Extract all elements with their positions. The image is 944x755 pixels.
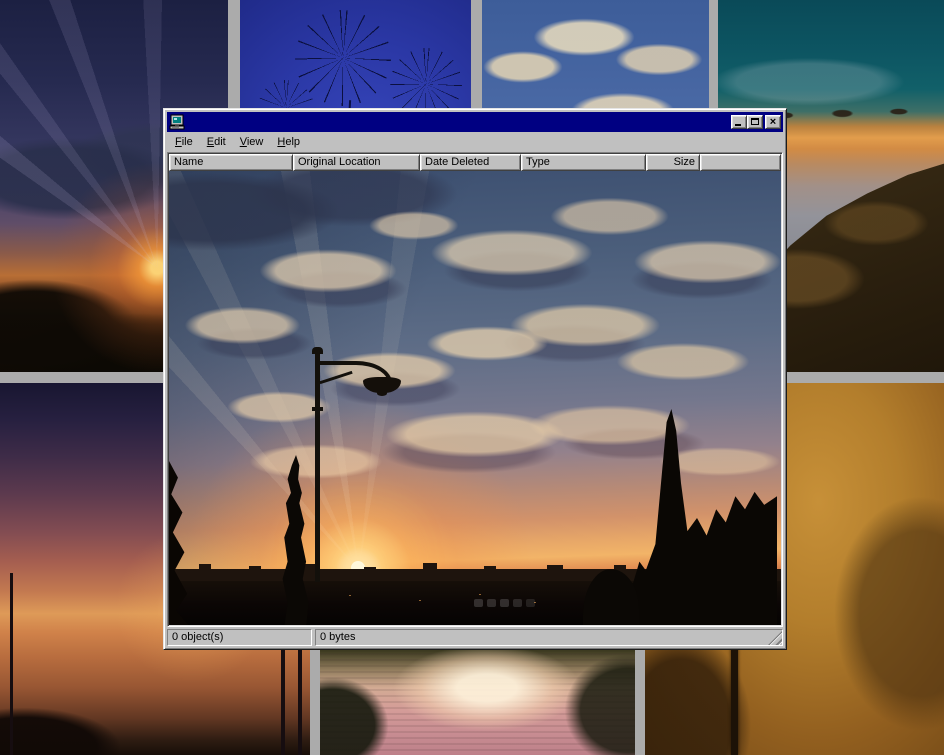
screen: { "desktop": { "tiles": [ { "name": "wal… bbox=[0, 0, 944, 755]
status-total-size: 0 bytes bbox=[315, 629, 783, 646]
minimize-icon bbox=[735, 124, 741, 126]
menu-bar: File Edit View Help bbox=[167, 132, 783, 152]
column-header-original-location[interactable]: Original Location bbox=[293, 154, 420, 171]
file-list-view[interactable]: Name Original Location Date Deleted Type… bbox=[167, 152, 783, 627]
menu-help[interactable]: Help bbox=[270, 134, 307, 150]
maximize-button[interactable] bbox=[747, 115, 763, 129]
photo-watermark bbox=[474, 599, 483, 607]
plant-umbel bbox=[295, 10, 391, 106]
title-bar[interactable]: × bbox=[167, 112, 783, 132]
sunset-lamp-photo bbox=[169, 171, 781, 625]
status-bar: 0 object(s) 0 bytes bbox=[167, 629, 783, 646]
column-header-name[interactable]: Name bbox=[169, 154, 293, 171]
computer-icon bbox=[169, 114, 185, 130]
recycle-bin-window: × File Edit View Help Name Original Loca… bbox=[163, 108, 787, 650]
column-header-type[interactable]: Type bbox=[521, 154, 646, 171]
column-header-blank[interactable] bbox=[700, 154, 781, 171]
close-icon: × bbox=[766, 116, 780, 128]
column-header-size[interactable]: Size bbox=[646, 154, 700, 171]
photo-lamp-ring bbox=[312, 407, 323, 411]
menu-edit[interactable]: Edit bbox=[200, 134, 233, 150]
menu-file[interactable]: File bbox=[168, 134, 200, 150]
column-header-date-deleted[interactable]: Date Deleted bbox=[420, 154, 521, 171]
photo-lamp-cap bbox=[312, 347, 323, 354]
minimize-button[interactable] bbox=[731, 115, 747, 129]
status-object-count: 0 object(s) bbox=[167, 629, 312, 646]
close-button[interactable]: × bbox=[765, 115, 781, 129]
maximize-icon bbox=[751, 118, 759, 125]
menu-view[interactable]: View bbox=[233, 134, 271, 150]
column-header-row: Name Original Location Date Deleted Type… bbox=[169, 154, 781, 171]
